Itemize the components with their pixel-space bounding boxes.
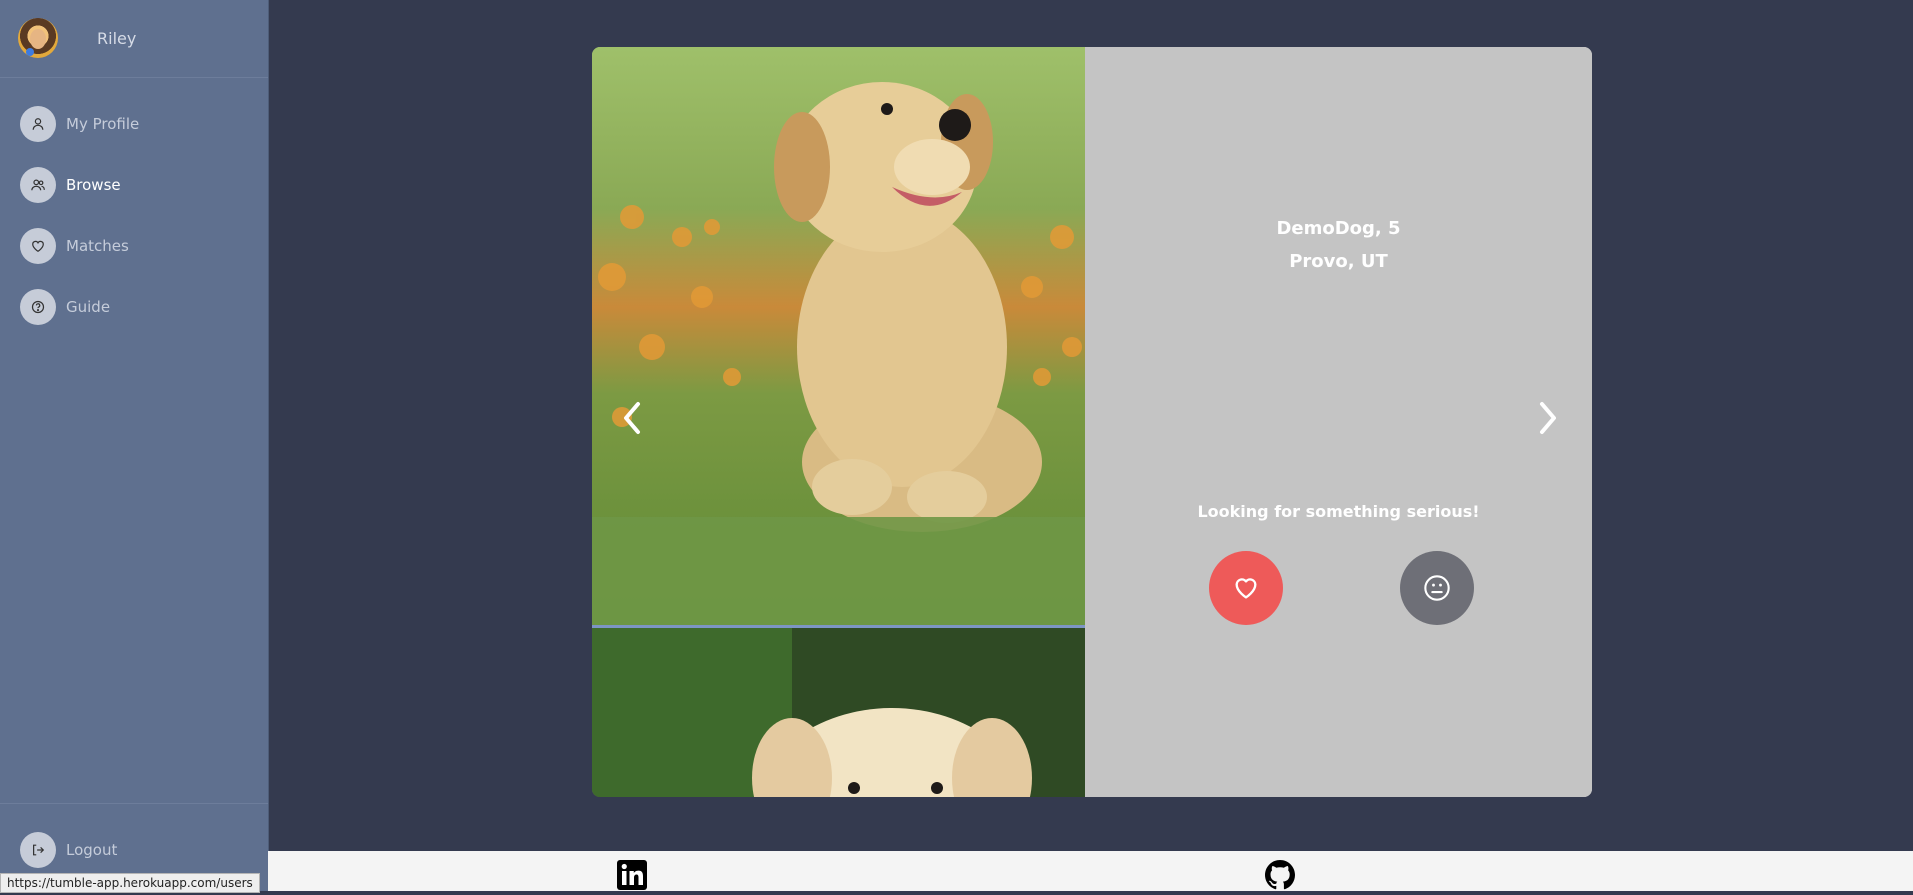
heart-icon	[1235, 578, 1257, 599]
profile-location: Provo, UT	[1289, 251, 1388, 272]
linkedin-icon	[617, 860, 647, 890]
sidebar-item-label: My Profile	[66, 115, 140, 133]
sidebar-item-label: Matches	[66, 237, 129, 255]
sidebar-item-matches[interactable]: Matches	[20, 228, 250, 264]
photo-gallery[interactable]	[592, 47, 1085, 797]
avatar[interactable]	[18, 18, 58, 58]
sidebar-item-label: Browse	[66, 176, 121, 194]
logout-button[interactable]: Logout	[20, 832, 250, 868]
like-button[interactable]	[1209, 551, 1283, 625]
profile-tagline: Looking for something serious!	[1197, 502, 1480, 521]
profile-info: DemoDog, 5 Provo, UT Looking for somethi…	[1085, 47, 1592, 797]
heart-icon	[20, 228, 56, 264]
status-bar-url: https://tumble-app.herokuapp.com/users	[0, 873, 260, 893]
sidebar-item-browse[interactable]: Browse	[20, 167, 250, 203]
chevron-left-icon	[624, 402, 640, 434]
user-icon	[20, 106, 56, 142]
github-icon	[1265, 860, 1295, 890]
username: Riley	[97, 29, 137, 48]
user-header: Riley	[0, 0, 268, 78]
sidebar-divider	[0, 803, 268, 804]
footer	[268, 851, 1913, 891]
sidebar-item-guide[interactable]: Guide	[20, 289, 250, 325]
sidebar: Riley My Profile Browse Matches Guide Lo…	[0, 0, 269, 891]
pass-button[interactable]	[1400, 551, 1474, 625]
profile-photo	[592, 47, 1085, 625]
profile-name-age: DemoDog, 5	[1276, 218, 1401, 239]
online-badge	[26, 48, 34, 56]
next-photo-button[interactable]	[1532, 398, 1562, 438]
linkedin-link[interactable]	[616, 859, 648, 891]
logout-icon	[20, 832, 56, 868]
chevron-right-icon	[1540, 402, 1556, 434]
sidebar-item-label: Guide	[66, 298, 111, 316]
users-icon	[20, 167, 56, 203]
sidebar-item-my-profile[interactable]: My Profile	[20, 106, 250, 142]
neutral-face-icon	[1424, 575, 1450, 601]
logout-label: Logout	[66, 841, 118, 859]
previous-photo-button[interactable]	[618, 398, 648, 438]
profile-card: DemoDog, 5 Provo, UT Looking for somethi…	[592, 47, 1592, 797]
github-link[interactable]	[1264, 859, 1296, 891]
help-icon	[20, 289, 56, 325]
profile-photo-2	[592, 628, 1085, 797]
